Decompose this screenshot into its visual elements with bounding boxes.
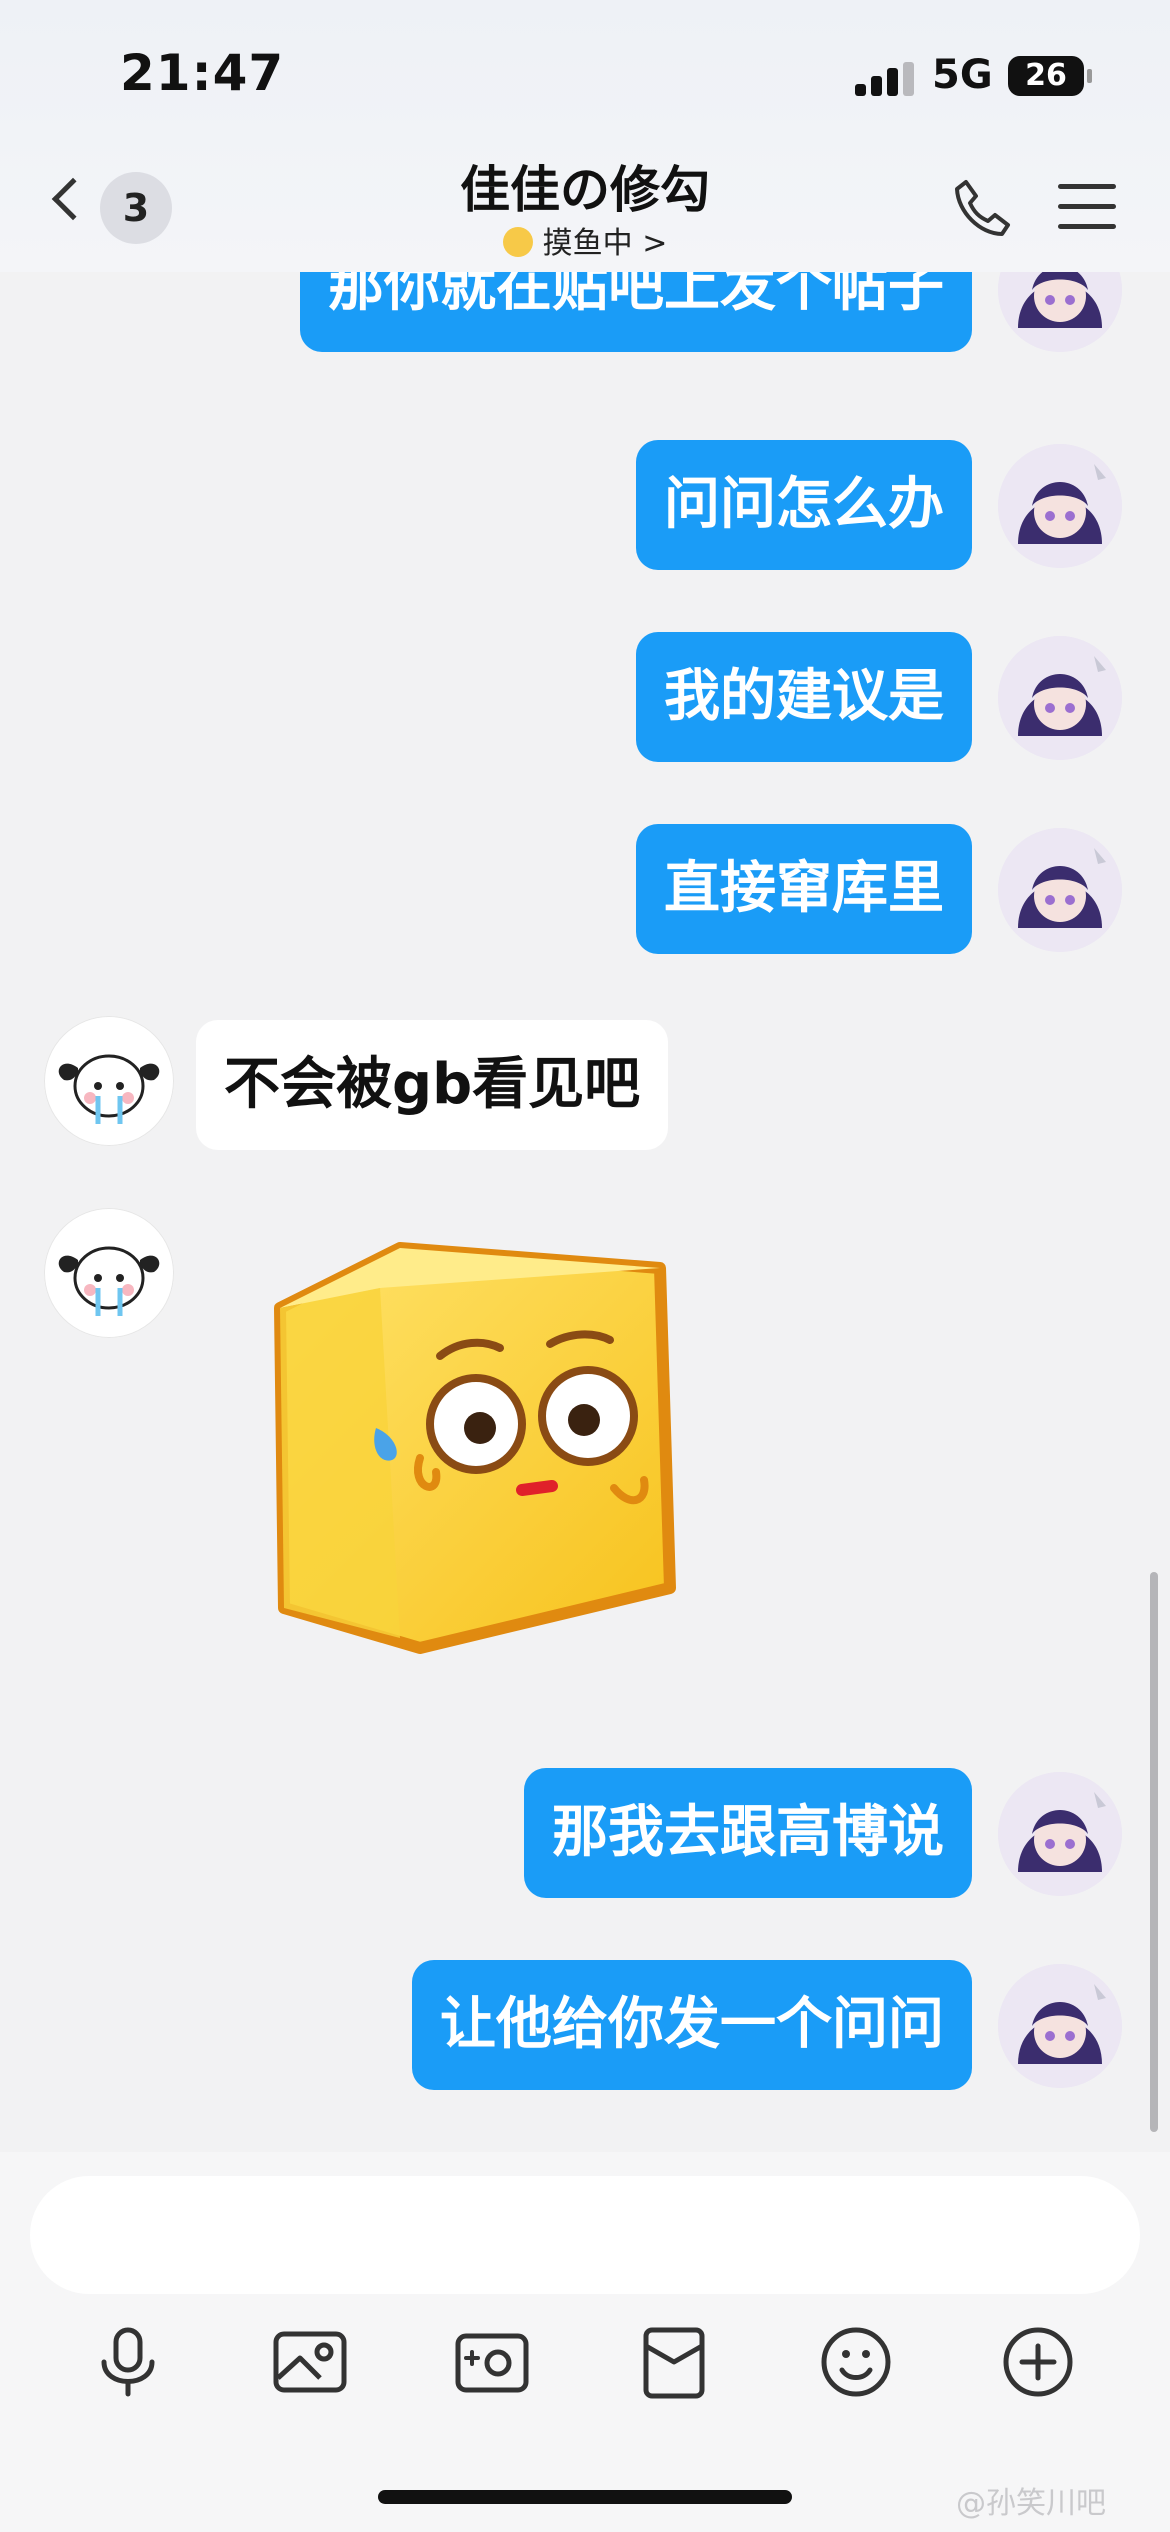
chat-header: 21:47 5G 26 3 佳佳の修勾 摸鱼中 > xyxy=(0,0,1170,272)
image-icon[interactable] xyxy=(270,2322,350,2402)
camera-icon[interactable] xyxy=(452,2322,532,2402)
my-avatar[interactable] xyxy=(998,636,1122,760)
scrollbar[interactable] xyxy=(1150,1572,1158,2132)
message-list[interactable]: 那你就在贴吧上发个帖子 问问怎么办 我的建议是 直接窜库里 不会被gb看见吧 那… xyxy=(0,272,1170,2152)
my-avatar[interactable] xyxy=(998,1772,1122,1896)
message-bubble-outgoing[interactable]: 那你就在贴吧上发个帖子 xyxy=(300,272,972,352)
message-bubble-outgoing[interactable]: 让他给你发一个问问 xyxy=(412,1960,972,2090)
emoji-icon[interactable] xyxy=(816,2322,896,2402)
menu-icon[interactable] xyxy=(1058,182,1116,232)
yellow-cube-sweat-sticker[interactable] xyxy=(260,1228,680,1668)
chat-status-text: 摸鱼中 > xyxy=(542,226,668,261)
battery-icon: 26 xyxy=(1008,56,1092,96)
message-bubble-outgoing[interactable]: 我的建议是 xyxy=(636,632,972,762)
message-bubble-outgoing[interactable]: 那我去跟高博说 xyxy=(524,1768,972,1898)
home-indicator[interactable] xyxy=(378,2490,792,2504)
message-bubble-outgoing[interactable]: 直接窜库里 xyxy=(636,824,972,954)
my-avatar[interactable] xyxy=(998,272,1122,352)
contact-avatar[interactable] xyxy=(44,1016,174,1146)
red-packet-icon[interactable] xyxy=(634,2322,714,2402)
status-time: 21:47 xyxy=(120,44,285,102)
plus-icon[interactable] xyxy=(998,2322,1078,2402)
network-type: 5G xyxy=(932,52,993,98)
status-emoji-icon xyxy=(502,227,533,257)
message-bubble-incoming[interactable]: 不会被gb看见吧 xyxy=(196,1020,669,1150)
message-bubble-outgoing[interactable]: 问问怎么办 xyxy=(636,440,972,570)
my-avatar[interactable] xyxy=(998,444,1122,568)
phone-icon[interactable] xyxy=(950,176,1014,240)
my-avatar[interactable] xyxy=(998,1964,1122,2088)
cellular-signal-icon xyxy=(855,62,915,96)
message-input[interactable] xyxy=(30,2176,1140,2294)
input-bar xyxy=(0,2152,1170,2532)
watermark: @孙笑川吧 xyxy=(956,2486,1106,2521)
my-avatar[interactable] xyxy=(998,828,1122,952)
microphone-icon[interactable] xyxy=(88,2322,168,2402)
contact-avatar[interactable] xyxy=(44,1208,174,1338)
